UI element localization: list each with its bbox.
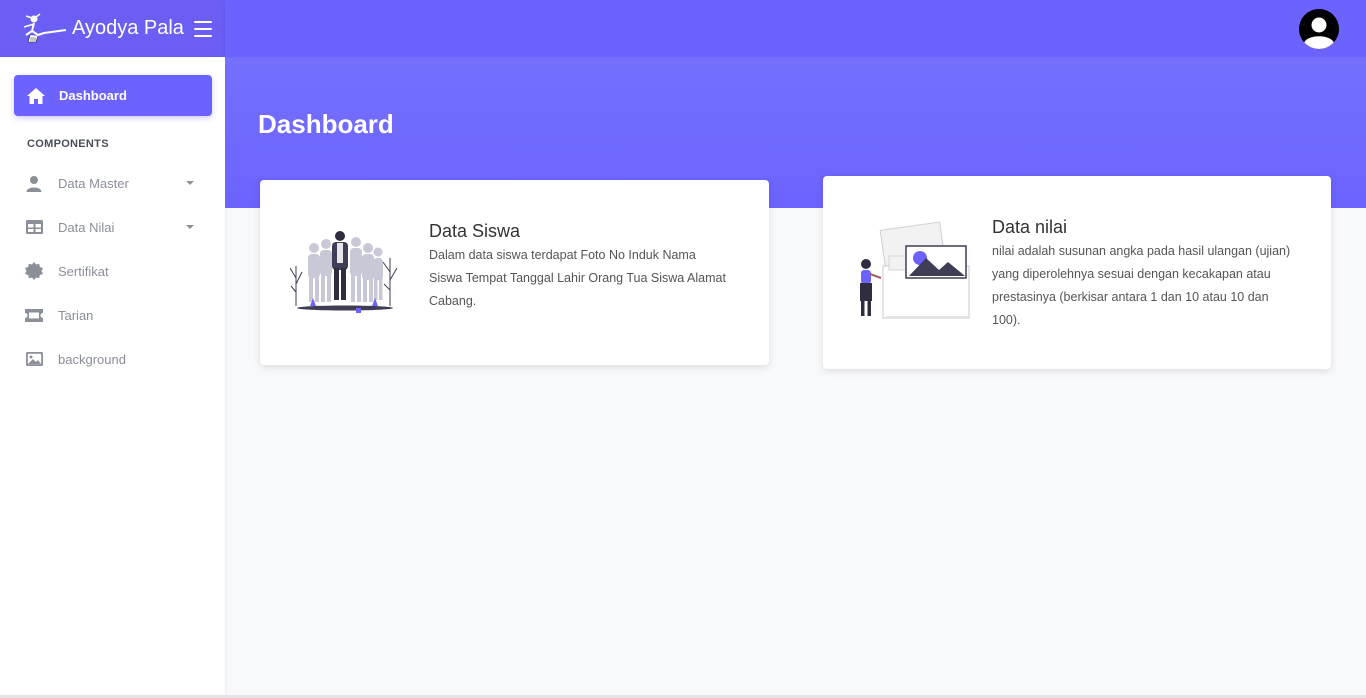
section-heading: COMPONENTS bbox=[27, 138, 109, 150]
ticket-icon bbox=[25, 306, 43, 324]
sidebar-item-label: Data Master bbox=[58, 175, 129, 191]
page-title: Dashboard bbox=[258, 109, 394, 139]
user-avatar-icon[interactable] bbox=[1299, 9, 1339, 49]
hamburger-icon[interactable] bbox=[193, 20, 212, 37]
card-description: Dalam data siswa terdapat Foto No Induk … bbox=[429, 248, 726, 308]
sidebar: Dashboard COMPONENTS Data Master Data Ni… bbox=[0, 57, 225, 698]
card-title: Data Siswa bbox=[429, 221, 521, 241]
sidebar-item-data-nilai[interactable]: Data Nilai bbox=[14, 209, 212, 245]
user-icon bbox=[25, 174, 43, 192]
table-icon bbox=[25, 218, 43, 236]
sidebar-item-label: Data Nilai bbox=[58, 219, 115, 235]
sidebar-item-label: Dashboard bbox=[59, 88, 127, 103]
sidebar-item-tarian[interactable]: Tarian bbox=[14, 297, 212, 333]
chevron-down-icon bbox=[186, 225, 194, 229]
card-title: Data nilai bbox=[992, 217, 1068, 237]
photo-folder-illustration-icon bbox=[860, 221, 970, 319]
brand-name[interactable]: Ayodya Pala bbox=[72, 17, 184, 40]
dancer-logo-icon[interactable] bbox=[22, 12, 68, 45]
top-navbar bbox=[225, 0, 1366, 57]
sidebar-item-sertifikat[interactable]: Sertifikat bbox=[14, 253, 212, 289]
chevron-down-icon bbox=[186, 181, 194, 185]
sidebar-item-label: Sertifikat bbox=[58, 263, 109, 279]
data-siswa-card[interactable]: Data Siswa Dalam data siswa terdapat Fot… bbox=[260, 180, 769, 365]
students-illustration-icon bbox=[290, 231, 398, 313]
card-description: nilai adalah susunan angka pada hasil ul… bbox=[992, 244, 1291, 327]
data-nilai-card[interactable]: Data nilai nilai adalah susunan angka pa… bbox=[823, 176, 1331, 369]
sidebar-item-background[interactable]: background bbox=[14, 341, 212, 377]
sidebar-item-dashboard[interactable]: Dashboard bbox=[14, 75, 212, 116]
brand-bar: Ayodya Pala bbox=[0, 0, 225, 57]
sidebar-item-label: background bbox=[58, 351, 126, 367]
sidebar-item-data-master[interactable]: Data Master bbox=[14, 165, 212, 201]
image-icon bbox=[25, 350, 43, 368]
sidebar-item-label: Tarian bbox=[58, 307, 94, 323]
certificate-icon bbox=[25, 262, 43, 280]
home-icon bbox=[27, 87, 45, 104]
